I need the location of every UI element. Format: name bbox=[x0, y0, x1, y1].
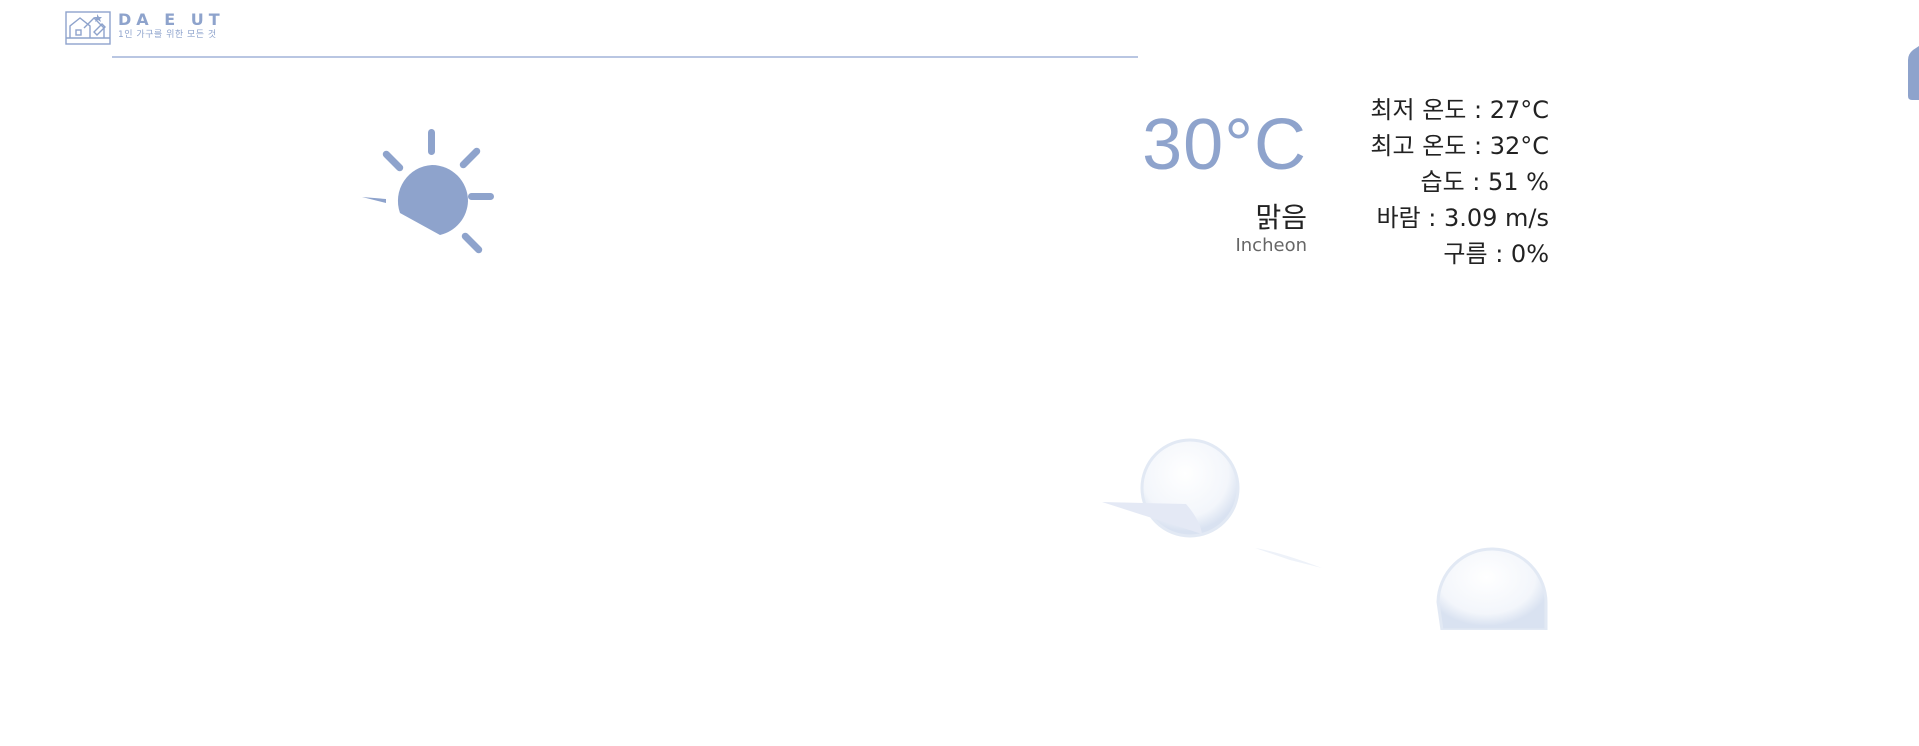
header-divider bbox=[112, 56, 1138, 58]
max-temperature: 최고 온도 : 32°C bbox=[1370, 132, 1549, 160]
weather-details: 최저 온도 : 27°C 최고 온도 : 32°C 습도 : 51 % 바람 :… bbox=[1370, 92, 1549, 272]
weather-page: DA E UT 1인 가구를 위한 모든 것 30°C 맑음 Incheon 최… bbox=[0, 0, 1919, 746]
sun-icon bbox=[362, 129, 494, 254]
current-weather: 30°C 맑음 Incheon bbox=[1142, 105, 1307, 257]
brand-tagline: 1인 가구를 위한 모든 것 bbox=[118, 30, 217, 40]
brand-name: DA E UT bbox=[118, 10, 225, 29]
weather-condition: 맑음 bbox=[1255, 201, 1307, 234]
side-panel-tab[interactable] bbox=[1908, 46, 1919, 100]
wind-speed: 바람 : 3.09 m/s bbox=[1376, 204, 1549, 232]
min-temperature: 최저 온도 : 27°C bbox=[1370, 96, 1549, 124]
city-name: Incheon bbox=[1235, 235, 1307, 256]
decorative-bubbles bbox=[1102, 438, 1560, 650]
current-temperature: 30°C bbox=[1142, 105, 1307, 185]
brand-logo[interactable]: DA E UT 1인 가구를 위한 모든 것 bbox=[64, 8, 225, 48]
cloud-cover: 구름 : 0% bbox=[1443, 240, 1549, 268]
house-logo-icon bbox=[65, 11, 111, 45]
humidity: 습도 : 51 % bbox=[1420, 168, 1549, 196]
